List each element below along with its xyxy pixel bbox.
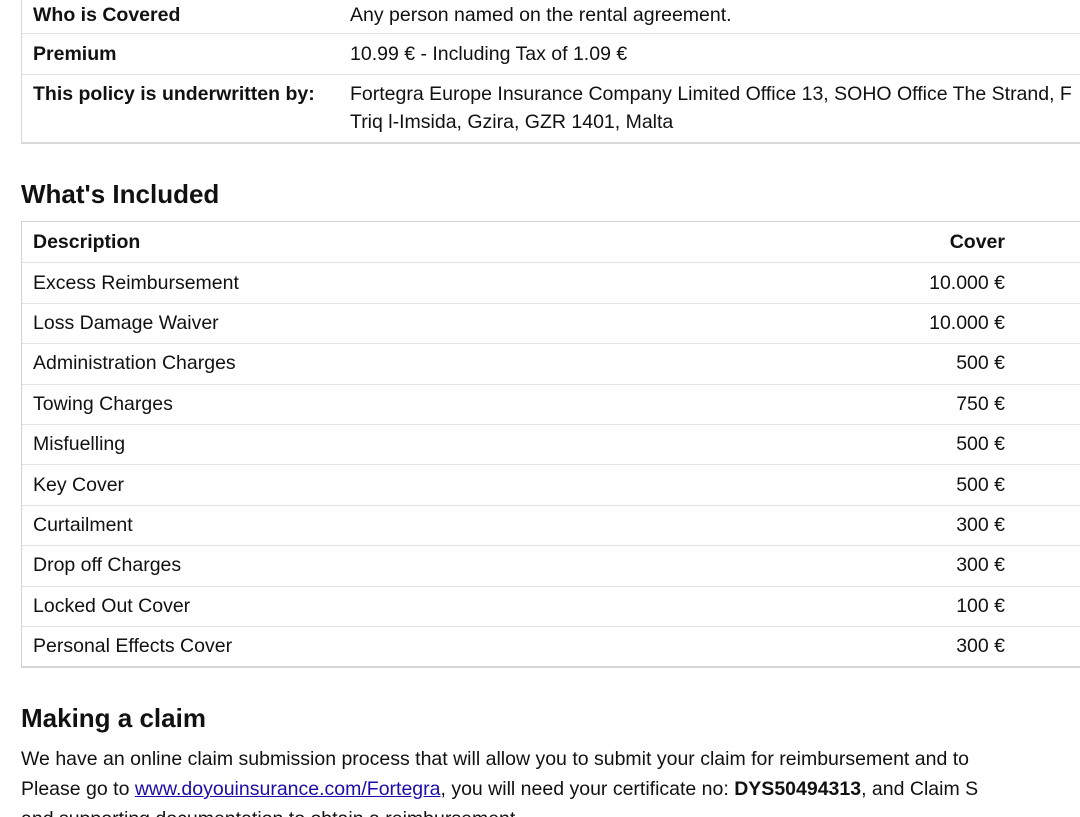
certificate-number: DYS50494313 [734,778,862,800]
cover-description: Excess Reimbursement [33,271,239,294]
claim-text-fragment: , you will need your certificate no: [440,778,735,800]
cover-description: Locked Out Cover [33,594,191,617]
underwriter-address-line: Fortegra Europe Insurance Company Limite… [350,83,1072,105]
cover-table: Description Cover Excess Reimbursement 1… [21,221,1080,669]
table-row: Personal Effects Cover 300 € [22,625,1080,666]
table-row: Excess Reimbursement 10.000 € [22,262,1080,302]
underwriter-address-line: Triq l-Imsida, Gzira, GZR 1401, Malta [350,111,674,133]
cover-amount: 10.000 € [929,271,1005,294]
claim-text-fragment: , and Claim S [861,778,979,800]
claim-paragraph: We have an online claim submission proce… [21,744,1080,817]
cover-description: Administration Charges [33,352,236,375]
cover-description: Drop off Charges [33,554,182,577]
claim-text-line: Please go to www.doyouinsurance.com/Fort… [21,774,1080,804]
policy-label: Premium [33,43,117,65]
policy-label: Who is Covered [33,4,181,26]
claim-text-line: We have an online claim submission proce… [21,748,969,770]
table-row: Drop off Charges 300 € [22,545,1080,585]
table-row: Administration Charges 500 € [22,343,1080,383]
claim-website-link[interactable]: www.doyouinsurance.com/Fortegra [135,778,441,800]
table-row: Misfuelling 500 € [22,423,1080,464]
claim-text-fragment: Please go to [21,778,135,800]
cover-description: Towing Charges [33,392,173,415]
policy-row-underwriter: This policy is underwritten by: Fortegra… [22,74,1080,142]
policy-row-who-covered: Who is Covered Any person named on the r… [22,0,1080,33]
column-header-cover: Cover [949,230,1005,253]
cover-amount: 500 € [956,352,1005,375]
cover-amount: 500 € [956,433,1005,456]
section-title-whats-included: What's Included [21,179,220,209]
policy-value: 10.99 € - Including Tax of 1.09 € [350,43,628,65]
policy-value: Fortegra Europe Insurance Company Limite… [350,80,1080,142]
page: Who is Covered Any person named on the r… [0,0,1080,817]
policy-label: This policy is underwritten by: [33,83,315,105]
table-row: Locked Out Cover 100 € [22,585,1080,626]
cover-description: Key Cover [33,473,125,496]
section-title-making-a-claim: Making a claim [21,703,206,733]
table-row: Loss Damage Waiver 10.000 € [22,302,1080,343]
cover-description: Loss Damage Waiver [33,311,219,334]
cover-amount: 750 € [956,392,1005,415]
cover-amount: 100 € [956,594,1005,617]
cover-amount: 500 € [956,473,1005,496]
cover-amount: 10.000 € [929,311,1005,334]
claim-text-line: and supporting documentation to obtain a… [21,804,1080,817]
policy-value: Any person named on the rental agreement… [350,4,732,26]
cover-amount: 300 € [956,635,1005,658]
policy-table: Who is Covered Any person named on the r… [21,0,1080,144]
cover-description: Personal Effects Cover [33,635,233,658]
column-header-description: Description [33,230,141,253]
cover-table-header: Description Cover [22,222,1080,262]
cover-description: Misfuelling [33,433,126,456]
table-row: Key Cover 500 € [22,464,1080,504]
cover-amount: 300 € [956,554,1005,577]
cover-description: Curtailment [33,513,133,536]
cover-amount: 300 € [956,513,1005,536]
policy-row-premium: Premium 10.99 € - Including Tax of 1.09 … [22,33,1080,74]
table-row: Curtailment 300 € [22,504,1080,545]
table-row: Towing Charges 750 € [22,383,1080,424]
